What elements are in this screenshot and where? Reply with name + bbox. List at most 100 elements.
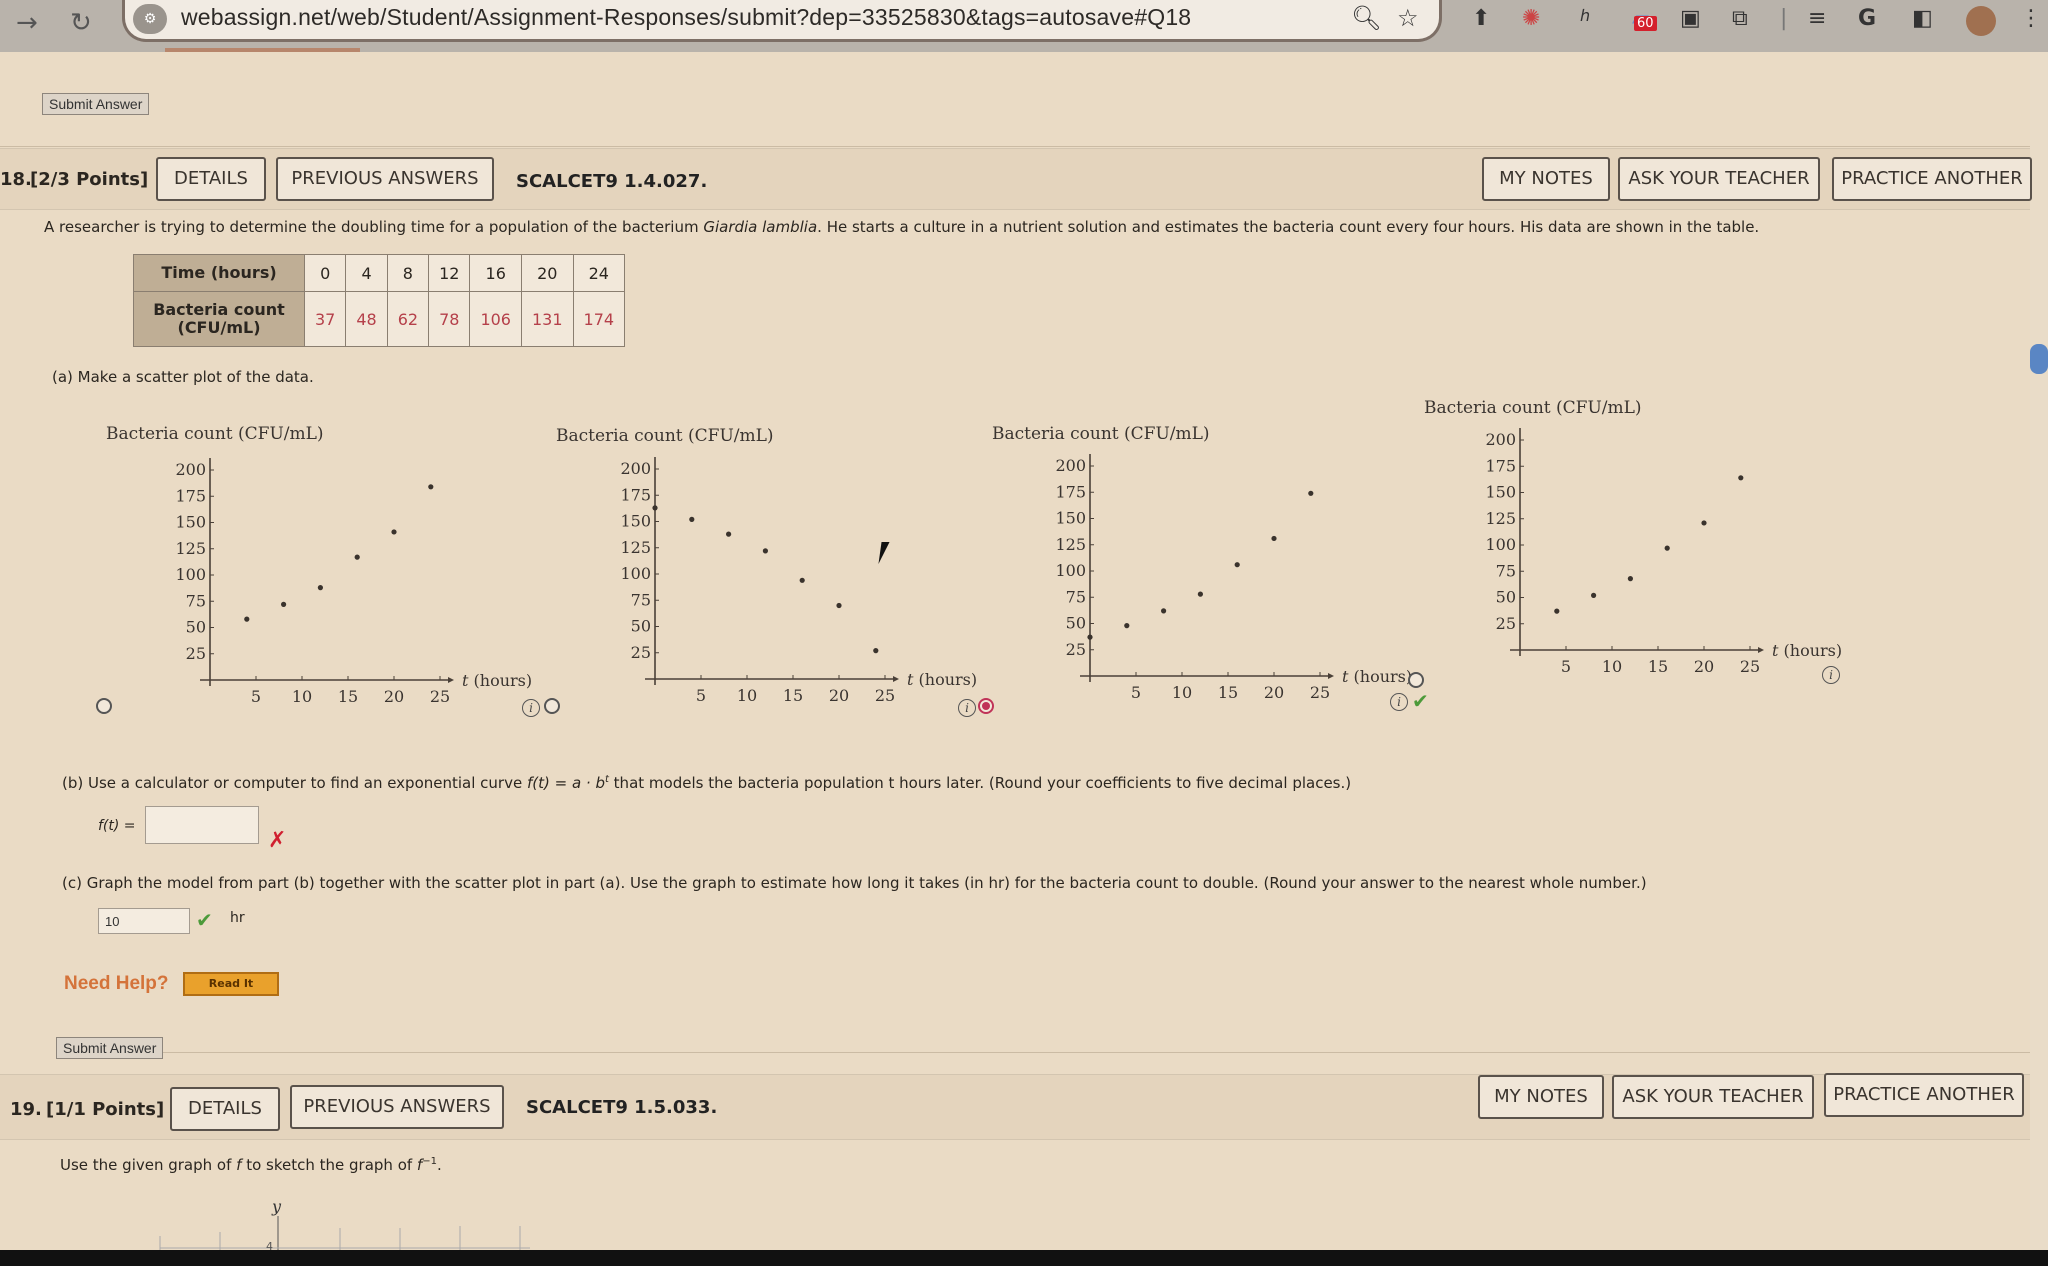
y-tick-label: 25	[631, 643, 651, 662]
question-19-header: 19. [1/1 Points] DETAILS PREVIOUS ANSWER…	[0, 1073, 2030, 1140]
x-tick-label: 25	[875, 686, 895, 705]
upload-extension-icon[interactable]: ⬆	[1472, 6, 1490, 31]
details-button[interactable]: DETAILS	[156, 157, 266, 201]
menu-dots-icon[interactable]: ⋮	[2020, 6, 2042, 31]
info-icon[interactable]: i	[958, 699, 976, 717]
camera-extension-icon[interactable]: ▣	[1680, 6, 1701, 31]
y-tick-label: 200	[175, 460, 206, 479]
scrollbar-thumb[interactable]	[2030, 344, 2048, 374]
y-tick-label: 200	[620, 459, 651, 478]
plot-choice-radio-2[interactable]	[544, 698, 560, 714]
x-tick-label: 20	[1694, 657, 1714, 676]
time-cell: 12	[428, 254, 471, 292]
ask-your-teacher-button[interactable]: ASK YOUR TEACHER	[1618, 157, 1820, 201]
profile-avatar[interactable]	[1966, 6, 1996, 36]
bookmark-star-icon[interactable]: ☆	[1397, 4, 1419, 32]
question-points: [2/3 Points]	[30, 169, 149, 190]
info-icon[interactable]: i	[1390, 693, 1408, 711]
count-header: Bacteria count (CFU/mL)	[133, 291, 305, 347]
question-number: 19.	[10, 1099, 42, 1120]
time-cell: 16	[469, 254, 522, 292]
part-c-prompt: (c) Graph the model from part (b) togeth…	[62, 874, 1647, 892]
plot-title: Bacteria count (CFU/mL)	[992, 424, 1210, 444]
count-cell: 106	[469, 291, 522, 347]
need-help-label: Need Help?	[64, 973, 169, 994]
data-point	[1701, 520, 1707, 526]
data-point	[281, 601, 287, 607]
question-18-header: 18. [2/3 Points] DETAILS PREVIOUS ANSWER…	[0, 148, 2032, 210]
plot-title: Bacteria count (CFU/mL)	[1424, 398, 1642, 418]
time-header: Time (hours)	[133, 254, 305, 292]
y-tick-label: 50	[1066, 614, 1086, 633]
count-cell: 78	[428, 291, 471, 347]
y-tick-label: 75	[1066, 587, 1086, 606]
url-text[interactable]: webassign.net/web/Student/Assignment-Res…	[181, 4, 1191, 31]
y-tick-label: 75	[186, 591, 206, 610]
divider	[110, 1052, 2030, 1053]
part-b-label: f(t) =	[98, 818, 136, 834]
count-cell: 131	[520, 291, 574, 347]
question-number: 18.	[0, 169, 32, 190]
part-c-answer-input[interactable]	[98, 908, 190, 934]
x-axis-label: t (hours)	[907, 670, 977, 689]
time-row: Time (hours) 0 4 8 12 16 20 24	[133, 254, 626, 292]
google-icon[interactable]: G	[1858, 6, 1876, 31]
plot-choice-radio-4[interactable]	[1408, 672, 1424, 688]
site-settings-icon[interactable]: ⚙	[133, 4, 167, 34]
x-axis-arrow	[448, 677, 454, 683]
my-notes-button[interactable]: MY NOTES	[1478, 1075, 1604, 1119]
x-tick-label: 5	[251, 687, 261, 706]
data-point	[726, 531, 732, 537]
previous-answers-button[interactable]: PREVIOUS ANSWERS	[290, 1085, 504, 1129]
zoom-icon[interactable]: 🔍︎	[1351, 4, 1381, 32]
x-tick-label: 20	[384, 687, 404, 706]
previous-answers-button[interactable]: PREVIOUS ANSWERS	[276, 157, 494, 201]
y-tick-label: 175	[1485, 456, 1516, 475]
time-cell: 24	[572, 254, 626, 292]
scatter-plot-3: 5 10 15 20 25 25 50 75 100 125 150 175 200 t (hours)	[1055, 454, 1412, 702]
address-bar[interactable]: ⚙ webassign.net/web/Student/Assignment-R…	[122, 0, 1442, 42]
x-tick-label: 15	[1648, 657, 1668, 676]
x-tick-label: 15	[1218, 683, 1238, 702]
part-c-unit: hr	[230, 910, 245, 926]
screen-bezel	[0, 1250, 2048, 1266]
practice-another-button[interactable]: PRACTICE ANOTHER	[1832, 157, 2032, 201]
x-axis-arrow	[1758, 647, 1764, 653]
x-tick-label: 15	[338, 687, 358, 706]
extension-badge-count: 60	[1634, 16, 1657, 31]
plot-choice-radio-1[interactable]	[96, 698, 112, 714]
data-point	[836, 602, 842, 609]
plot-choice-radio-3[interactable]	[978, 698, 994, 714]
back-icon[interactable]: →	[16, 8, 38, 38]
y-tick-label: 125	[620, 538, 651, 557]
y-tick-label: 25	[1496, 614, 1516, 633]
data-point	[244, 616, 250, 622]
x-axis-arrow	[1328, 673, 1334, 679]
info-icon[interactable]: i	[522, 699, 540, 717]
y-tick-label: 150	[1055, 509, 1086, 528]
submit-answer-button-prev[interactable]: Submit Answer	[42, 93, 150, 115]
time-cell: 4	[345, 254, 388, 292]
part-b-answer-input[interactable]	[145, 806, 259, 844]
question-code: SCALCET9 1.4.027.	[516, 171, 708, 192]
sidepanel-icon[interactable]: ◧	[1912, 6, 1933, 31]
x-tick-label: 25	[1740, 657, 1760, 676]
x-tick-label: 10	[737, 686, 757, 705]
submit-answer-button[interactable]: Submit Answer	[56, 1037, 164, 1059]
info-icon[interactable]: i	[1822, 666, 1840, 684]
details-button[interactable]: DETAILS	[170, 1087, 280, 1131]
reload-icon[interactable]: ↻	[70, 8, 92, 38]
y-tick-label: 125	[175, 539, 206, 558]
my-notes-button[interactable]: MY NOTES	[1482, 157, 1610, 201]
script-extension-icon[interactable]: ℎ	[1580, 6, 1590, 25]
y-tick-label: 200	[1485, 430, 1516, 449]
question-code: SCALCET9 1.5.033.	[526, 1097, 718, 1118]
ask-your-teacher-button[interactable]: ASK YOUR TEACHER	[1612, 1075, 1814, 1119]
pc-extension-icon[interactable]: ✺	[1522, 6, 1540, 31]
puzzle-extensions-icon[interactable]: ⧉	[1732, 6, 1748, 31]
read-it-button[interactable]: Read It	[183, 972, 279, 996]
practice-another-button[interactable]: PRACTICE ANOTHER	[1824, 1073, 2024, 1117]
reading-list-icon[interactable]: ≡	[1808, 6, 1826, 31]
data-point	[1664, 545, 1670, 551]
count-cell: 48	[345, 291, 388, 347]
